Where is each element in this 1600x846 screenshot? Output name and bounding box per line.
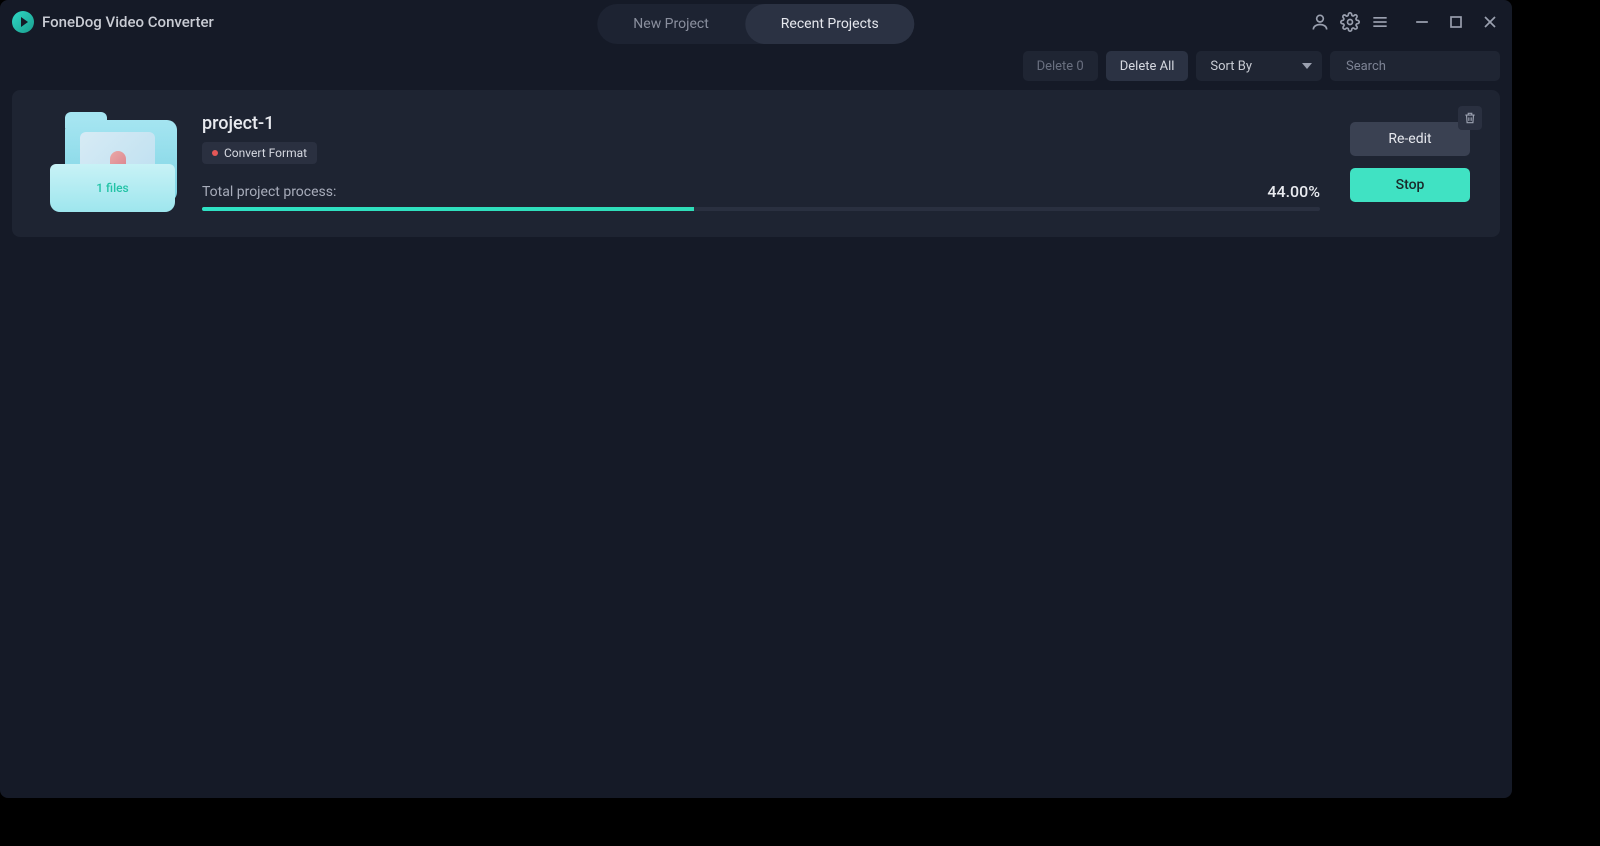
progress-percent: 44.00% (1267, 182, 1320, 201)
toolbar: Delete 0 Delete All Sort By (0, 44, 1512, 88)
progress-label: Total project process: (202, 184, 336, 200)
app-title: FoneDog Video Converter (42, 13, 214, 31)
app-logo-wrap: FoneDog Video Converter (12, 11, 214, 33)
main-tabs: New Project Recent Projects (597, 4, 914, 44)
project-type-badge: Convert Format (202, 142, 317, 164)
progress-fill (202, 207, 694, 211)
project-card: 1 files project-1 Convert Format Total p… (12, 90, 1500, 237)
badge-label: Convert Format (224, 146, 307, 160)
delete-selected-button[interactable]: Delete 0 (1023, 51, 1098, 81)
search-wrap (1330, 51, 1500, 81)
minimize-icon[interactable] (1412, 12, 1432, 32)
settings-icon[interactable] (1340, 12, 1360, 32)
sort-by-label: Sort By (1210, 59, 1252, 74)
search-input[interactable] (1346, 59, 1512, 74)
tab-recent-projects[interactable]: Recent Projects (745, 4, 915, 44)
progress-bar (202, 207, 1320, 211)
app-logo-icon (12, 11, 34, 33)
maximize-icon[interactable] (1446, 12, 1466, 32)
sort-by-dropdown[interactable]: Sort By (1196, 51, 1322, 81)
titlebar: FoneDog Video Converter New Project Rece… (0, 0, 1512, 44)
chevron-down-icon (1302, 63, 1312, 69)
project-name: project-1 (202, 113, 1320, 134)
tab-new-project[interactable]: New Project (597, 4, 745, 44)
delete-project-button[interactable] (1458, 106, 1482, 130)
account-icon[interactable] (1310, 12, 1330, 32)
stop-button[interactable]: Stop (1350, 168, 1470, 202)
close-icon[interactable] (1480, 12, 1500, 32)
menu-icon[interactable] (1370, 12, 1390, 32)
status-dot-icon (212, 150, 218, 156)
project-thumbnail: 1 files (32, 112, 172, 212)
files-count-label: 1 files (96, 181, 128, 195)
reedit-button[interactable]: Re-edit (1350, 122, 1470, 156)
app-window: FoneDog Video Converter New Project Rece… (0, 0, 1512, 798)
delete-all-button[interactable]: Delete All (1106, 51, 1189, 81)
